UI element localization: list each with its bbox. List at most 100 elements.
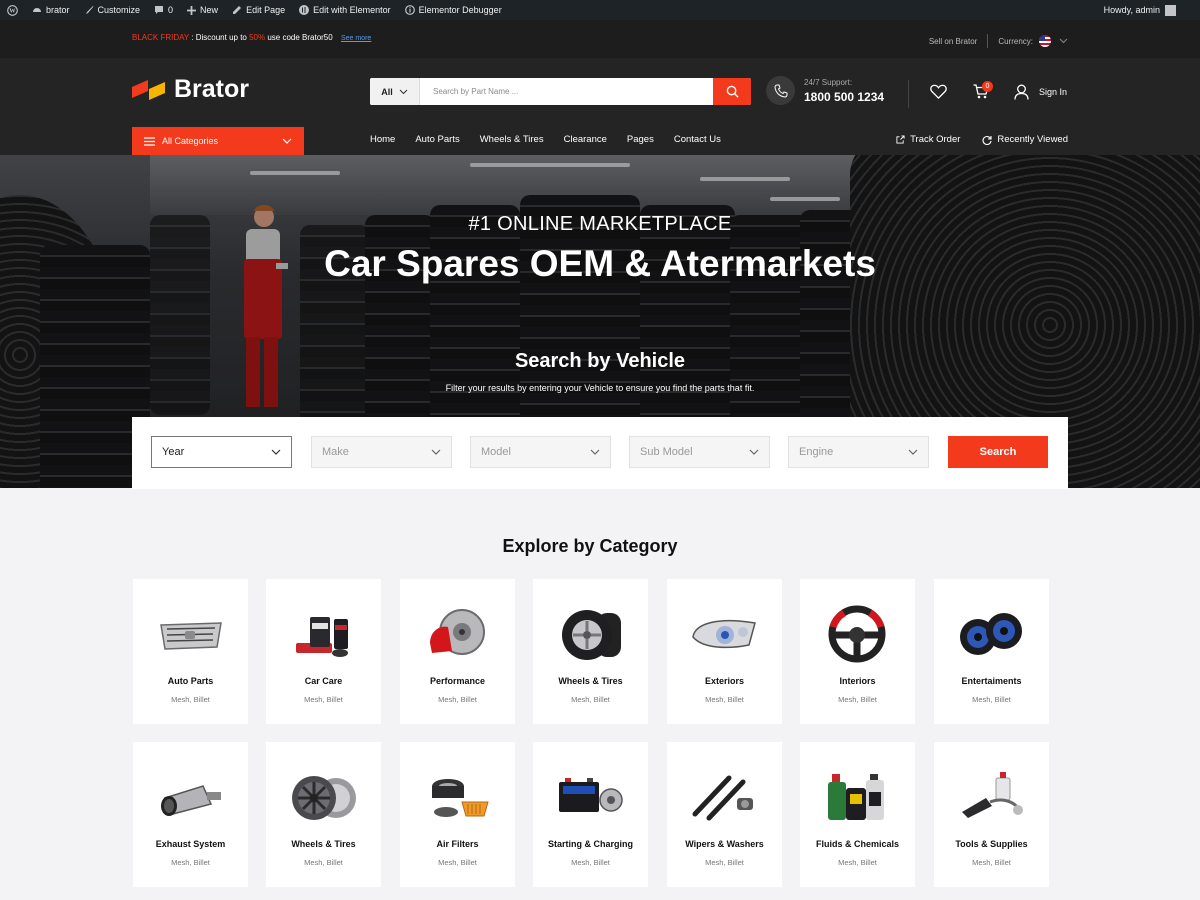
all-categories-button[interactable]: All Categories (132, 127, 304, 155)
vehicle-search-button[interactable]: Search (948, 436, 1048, 468)
pencil-icon (233, 6, 242, 14)
logo-text: Brator (174, 75, 250, 103)
category-card[interactable]: Car Care Mesh, Billet (266, 579, 381, 724)
admin-avatar (1165, 4, 1176, 16)
user-icon (1014, 84, 1029, 100)
chevron-down-icon (431, 449, 441, 455)
edit-elementor-label: Edit with Elementor (313, 5, 391, 15)
category-card[interactable]: Wheels & Tires Mesh, Billet (533, 579, 648, 724)
category-card[interactable]: Starting & Charging Mesh, Billet (533, 742, 648, 887)
category-card[interactable]: Auto Parts Mesh, Billet (133, 579, 248, 724)
air-filter-icon (432, 779, 489, 817)
category-card[interactable]: Air Filters Mesh, Billet (400, 742, 515, 887)
all-categories-label: All Categories (162, 136, 219, 146)
support-block: 24/7 Support: 1800 500 1234 (766, 76, 884, 105)
headlight-icon (692, 619, 756, 649)
chevron-down-icon[interactable] (1059, 38, 1068, 44)
category-card[interactable]: Performance Mesh, Billet (400, 579, 515, 724)
category-name: Car Care (304, 676, 343, 686)
search-icon (726, 85, 739, 98)
track-order-link[interactable]: Track Order (896, 134, 960, 145)
sell-on-brator-link[interactable]: Sell on Brator (929, 37, 977, 46)
wordpress-icon: W (7, 4, 18, 16)
promo-text: BLACK FRIDAY : Discount up to 50% use co… (132, 33, 371, 42)
vehicle-search-form: Year Make Model Sub Model Engine Search (132, 417, 1068, 489)
category-card[interactable]: Wipers & Washers Mesh, Billet (667, 742, 782, 887)
engine-select-value: Engine (799, 446, 834, 458)
site-name: brator (46, 5, 70, 15)
engine-select[interactable]: Engine (788, 436, 929, 468)
track-order-label: Track Order (910, 134, 961, 145)
promo-percent: 50% (249, 33, 266, 42)
chevron-down-icon (399, 89, 408, 94)
battery-icon (559, 778, 623, 812)
category-card[interactable]: Tools & Supplies Mesh, Billet (934, 742, 1049, 887)
chevron-down-icon (908, 449, 918, 455)
support-phone[interactable]: 1800 500 1234 (804, 90, 884, 104)
wiper-icon (692, 775, 753, 821)
category-card[interactable]: Fluids & Chemicals Mesh, Billet (800, 742, 915, 887)
nav-home[interactable]: Home (370, 134, 395, 145)
nav-wheels-tires[interactable]: Wheels & Tires (480, 134, 544, 145)
my-account-link[interactable]: Howdy, admin (1103, 4, 1200, 16)
recently-viewed-link[interactable]: Recently Viewed (982, 134, 1068, 145)
support-text: 24/7 Support: 1800 500 1234 (804, 78, 884, 104)
brator-logo-icon (132, 79, 165, 100)
model-select[interactable]: Model (470, 436, 611, 468)
category-name: Fluids & Chemicals (815, 839, 900, 849)
category-name: Starting & Charging (548, 839, 633, 849)
exhaust-icon (161, 785, 221, 816)
svg-text:W: W (9, 7, 16, 14)
category-card[interactable]: Exteriors Mesh, Billet (667, 579, 782, 724)
year-select[interactable]: Year (151, 436, 292, 468)
new-content-link[interactable]: New (180, 0, 225, 20)
chevron-down-icon (749, 449, 759, 455)
year-select-value: Year (162, 446, 185, 458)
category-name: Entertaiments (961, 676, 1022, 686)
category-name: Wipers & Washers (685, 839, 764, 849)
edit-with-elementor-link[interactable]: Edit with Elementor (292, 0, 398, 20)
see-more-link[interactable]: See more (341, 35, 371, 42)
main-nav: Home Auto Parts Wheels & Tires Clearance… (370, 134, 741, 145)
nav-clearance[interactable]: Clearance (564, 134, 607, 145)
category-card[interactable]: Interiors Mesh, Billet (800, 579, 915, 724)
category-card[interactable]: Entertaiments Mesh, Billet (934, 579, 1049, 724)
brator-logo[interactable]: Brator (132, 75, 249, 104)
customize-link[interactable]: Customize (77, 0, 148, 20)
howdy-text: Howdy, admin (1103, 5, 1160, 15)
site-name-link[interactable]: brator (25, 0, 77, 20)
sub-model-select-value: Sub Model (640, 446, 693, 458)
wishlist-button[interactable] (930, 84, 947, 99)
category-tags: Mesh, Billet (171, 858, 210, 867)
tire-icon (562, 610, 621, 660)
brush-icon (85, 6, 94, 14)
comments-link[interactable]: 0 (147, 0, 180, 20)
debugger-label: Elementor Debugger (418, 5, 502, 15)
category-card[interactable]: Wheels & Tires Mesh, Billet (266, 742, 381, 887)
hero-title: Car Spares OEM & Atermarkets (324, 243, 876, 284)
edit-page-link[interactable]: Edit Page (225, 0, 292, 20)
sub-model-select[interactable]: Sub Model (629, 436, 770, 468)
search-button[interactable] (713, 78, 751, 105)
nav-auto-parts[interactable]: Auto Parts (415, 134, 459, 145)
sign-in-link[interactable]: Sign In (1014, 84, 1067, 100)
category-name: Exteriors (704, 676, 745, 686)
nav-contact-us[interactable]: Contact Us (674, 134, 721, 145)
make-select[interactable]: Make (311, 436, 452, 468)
hero-kicker: #1 ONLINE MARKETPLACE (468, 213, 732, 235)
search-category-select[interactable]: All (370, 78, 420, 105)
rim-icon (292, 776, 356, 820)
elementor-debugger-link[interactable]: Elementor Debugger (398, 0, 509, 20)
us-flag-icon[interactable] (1039, 35, 1051, 47)
search-input[interactable] (420, 78, 713, 105)
category-name: Wheels & Tires (558, 676, 623, 686)
wordpress-logo-button[interactable]: W (0, 0, 25, 20)
category-tags: Mesh, Billet (838, 695, 877, 704)
category-tags: Mesh, Billet (171, 695, 210, 704)
category-tags: Mesh, Billet (705, 858, 744, 867)
chevron-down-icon (271, 449, 281, 455)
category-name: Auto Parts (167, 676, 214, 686)
category-card[interactable]: Exhaust System Mesh, Billet (133, 742, 248, 887)
nav-pages[interactable]: Pages (627, 134, 654, 145)
cart-button[interactable]: 0 (973, 81, 993, 99)
